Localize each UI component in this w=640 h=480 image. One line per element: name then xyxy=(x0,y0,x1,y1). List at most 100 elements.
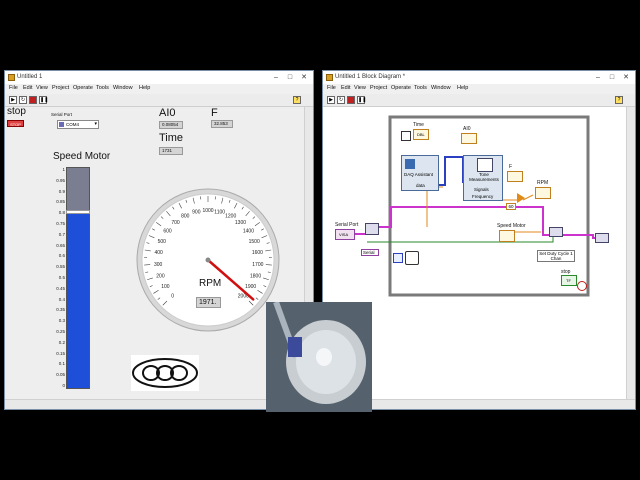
front-panel-canvas: stop STOP Serial Port COM4 ▾ AI0 0.08054… xyxy=(5,106,305,400)
labview-app-icon xyxy=(8,74,15,81)
rpm-gauge-tick-label: 1200 xyxy=(225,213,236,219)
rpm-gauge-tick-label: 1300 xyxy=(235,220,246,226)
help-icon[interactable]: ? xyxy=(615,96,623,104)
maximize-icon[interactable]: □ xyxy=(283,71,297,84)
menu-tools[interactable]: Tools xyxy=(414,85,427,91)
minimize-icon[interactable]: – xyxy=(591,71,605,84)
menu-project[interactable]: Project xyxy=(52,85,69,91)
menu-view[interactable]: View xyxy=(36,85,48,91)
menu-edit[interactable]: Edit xyxy=(23,85,32,91)
chevron-down-icon[interactable]: ▾ xyxy=(94,121,97,127)
speed-scale-tick-label: 0.65 xyxy=(56,242,65,248)
visa-close-node[interactable] xyxy=(595,233,609,243)
menu-edit[interactable]: Edit xyxy=(341,85,350,91)
visa-config-node[interactable] xyxy=(365,223,379,235)
menu-help[interactable]: Help xyxy=(457,85,468,91)
speed-scale-tick-label: 0.7 xyxy=(58,231,65,237)
rpm-gauge-tick-label: 900 xyxy=(192,209,201,215)
stop-terminal[interactable]: TF xyxy=(561,275,577,286)
minimize-icon[interactable]: – xyxy=(269,71,283,84)
speed-scale-tick-label: 0.4 xyxy=(58,296,65,302)
menu-file[interactable]: File xyxy=(9,85,18,91)
menu-view[interactable]: View xyxy=(354,85,366,91)
menu-help[interactable]: Help xyxy=(139,85,150,91)
tick-count-icon[interactable] xyxy=(401,131,411,141)
ai0-indicator-node[interactable] xyxy=(461,133,477,144)
speed-scale-tick-label: 0.9 xyxy=(58,188,65,194)
pause-icon[interactable]: ❚❚ xyxy=(39,96,48,104)
front-panel-titlebar[interactable]: Untitled 1 – □ ✕ xyxy=(5,71,313,84)
wait-ms-icon[interactable] xyxy=(405,251,419,265)
serial-port-control[interactable]: COM4 ▾ xyxy=(57,120,99,129)
speed-scale-tick-label: 0.35 xyxy=(56,307,65,313)
rpm-gauge-tick-label: 400 xyxy=(154,250,163,256)
loop-condition-icon[interactable] xyxy=(577,281,587,291)
ai0-node-label: AI0 xyxy=(463,126,471,132)
f-indicator-node[interactable] xyxy=(507,171,523,182)
tone-measurements-node[interactable]: Tone Measurements Signals Frequency xyxy=(463,155,503,201)
serial-ring-constant[interactable]: Serial xyxy=(361,249,379,256)
close-icon[interactable]: ✕ xyxy=(297,71,311,84)
motor-video-frame xyxy=(266,302,372,412)
abort-icon[interactable] xyxy=(347,96,355,104)
set-duty-cycle-label: Set Duty Cycle 1 Chan xyxy=(537,250,575,262)
menu-project[interactable]: Project xyxy=(370,85,387,91)
menu-operate[interactable]: Operate xyxy=(73,85,93,91)
serial-port-terminal[interactable]: VISA xyxy=(335,229,355,240)
rpm-gauge: 0100 200 300 400 500 600 700800900 1000 11001200… xyxy=(136,188,280,332)
front-panel-title: Untitled 1 xyxy=(17,74,43,80)
time-indicator-node[interactable]: DBL xyxy=(413,129,429,140)
rpm-label: RPM xyxy=(199,278,222,289)
ai0-label: AI0 xyxy=(159,107,176,119)
ai0-indicator: 0.08054 xyxy=(159,121,183,129)
rpm-gauge-tick-label: 700 xyxy=(171,220,180,226)
speed-motor-slider-track[interactable] xyxy=(66,167,90,389)
multiply-icon[interactable] xyxy=(517,193,525,203)
logo-panel xyxy=(131,355,199,391)
tone-signals-terminal: Signals xyxy=(474,187,489,192)
rpm-gauge-tick-label: 1100 xyxy=(214,209,225,215)
block-diagram-vertical-scrollbar[interactable] xyxy=(626,107,635,400)
rpm-gauge-tick-label: 800 xyxy=(181,213,190,219)
help-icon[interactable]: ? xyxy=(293,96,301,104)
time-node-label: Time xyxy=(413,122,424,128)
stop-label: stop xyxy=(7,106,26,117)
run-arrow-icon[interactable]: ▶ xyxy=(9,96,17,104)
menu-window[interactable]: Window xyxy=(113,85,133,91)
tone-frequency-terminal: Frequency xyxy=(472,194,494,199)
block-diagram-titlebar[interactable]: Untitled 1 Block Diagram * – □ ✕ xyxy=(323,71,635,84)
rpm-gauge-tick-label: 1600 xyxy=(252,250,263,256)
block-diagram-menubar: File Edit View Project Operate Tools Win… xyxy=(323,84,635,94)
stop-button[interactable]: STOP xyxy=(7,120,24,127)
menu-window[interactable]: Window xyxy=(431,85,451,91)
abort-icon[interactable] xyxy=(29,96,37,104)
rpm-gauge-tick-label: 1700 xyxy=(252,262,263,268)
rpm-gauge-tick-label: 1900 xyxy=(245,284,256,290)
rpm-gauge-tick-label: 200 xyxy=(156,273,165,279)
block-diagram-toolbar: ▶ ↻ ❚❚ ? xyxy=(323,94,635,107)
run-continuously-icon[interactable]: ↻ xyxy=(337,96,345,104)
speed-scale-tick-label: 0.45 xyxy=(56,285,65,291)
speed-motor-control-node[interactable] xyxy=(499,230,515,242)
const-60[interactable]: 60 xyxy=(506,203,516,210)
stop-terminal-text: TF xyxy=(566,278,571,283)
speed-scale-tick-label: 0.5 xyxy=(58,275,65,280)
front-panel-menubar: File Edit View Project Operate Tools Win… xyxy=(5,84,313,94)
maximize-icon[interactable]: □ xyxy=(605,71,619,84)
rpm-gauge-tick-label: 1400 xyxy=(243,229,254,235)
run-arrow-icon[interactable]: ▶ xyxy=(327,96,335,104)
speed-scale-tick-label: 0.6 xyxy=(58,253,65,259)
rpm-gauge-node[interactable] xyxy=(535,187,551,199)
close-icon[interactable]: ✕ xyxy=(619,71,633,84)
pause-icon[interactable]: ❚❚ xyxy=(357,96,366,104)
daq-assistant-node[interactable]: DAQ Assistant data xyxy=(401,155,439,191)
menu-tools[interactable]: Tools xyxy=(96,85,109,91)
speed-motor-slider-handle[interactable] xyxy=(66,210,90,214)
time-node-terminal: DBL xyxy=(417,132,425,137)
visa-icon xyxy=(59,122,64,127)
set-duty-cycle-node[interactable] xyxy=(549,227,563,237)
menu-operate[interactable]: Operate xyxy=(391,85,411,91)
run-continuously-icon[interactable]: ↻ xyxy=(19,96,27,104)
waveform-icon xyxy=(477,158,493,172)
menu-file[interactable]: File xyxy=(327,85,336,91)
